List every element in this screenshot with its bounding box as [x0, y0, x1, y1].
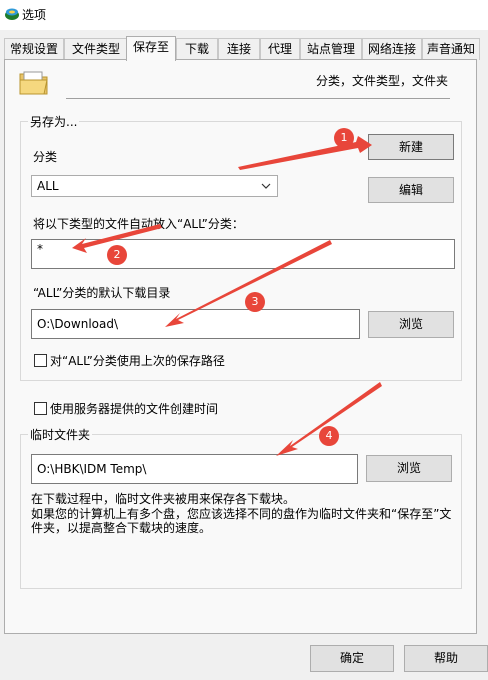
category-label: 分类 — [33, 150, 58, 164]
tab-network[interactable]: 网络连接 — [362, 38, 422, 60]
header-divider — [66, 98, 450, 99]
tab-file-types[interactable]: 文件类型 — [64, 38, 128, 60]
last-path-checkbox-label: 对“ALL”分类使用上次的保存路径 — [50, 354, 225, 368]
window-title: 选项 — [22, 8, 47, 22]
temp-note-line3: 件夹，以提高整合下载块的速度。 — [31, 521, 212, 535]
new-category-button[interactable]: 新建 — [368, 134, 454, 160]
tab-proxy[interactable]: 代理 — [260, 38, 300, 60]
help-button[interactable]: 帮助 — [404, 645, 488, 672]
save-as-group-title: 另存为... — [28, 113, 80, 130]
title-bar: 选项 — [0, 0, 488, 30]
last-path-checkbox[interactable] — [34, 354, 47, 367]
annotation-badge-2: 2 — [107, 245, 127, 265]
header-caption: 分类，文件类型，文件夹 — [316, 74, 449, 88]
tab-connection[interactable]: 连接 — [218, 38, 260, 60]
temp-folder-input[interactable]: O:\HBK\IDM Temp\ — [31, 454, 358, 484]
tab-sound[interactable]: 声音通知 — [422, 38, 480, 60]
auto-types-input[interactable]: * — [31, 239, 455, 269]
default-dir-label: “ALL”分类的默认下载目录 — [33, 286, 171, 300]
idm-app-icon — [5, 8, 19, 20]
annotation-badge-3: 3 — [245, 292, 265, 312]
annotation-badge-1: 1 — [334, 128, 354, 148]
browse-default-dir-button[interactable]: 浏览 — [368, 311, 454, 338]
tab-general[interactable]: 常规设置 — [4, 38, 64, 60]
folder-icon — [19, 71, 48, 95]
ok-button[interactable]: 确定 — [310, 645, 394, 672]
tab-save-to[interactable]: 保存至 — [126, 36, 176, 61]
temp-folder-group-title: 临时文件夹 — [28, 426, 93, 443]
default-dir-input[interactable]: O:\Download\ — [31, 309, 360, 339]
server-time-checkbox-label: 使用服务器提供的文件创建时间 — [50, 402, 219, 416]
edit-category-button[interactable]: 编辑 — [368, 177, 454, 203]
annotation-badge-4: 4 — [319, 426, 339, 446]
tab-site-manager[interactable]: 站点管理 — [300, 38, 362, 60]
chevron-down-icon — [261, 183, 271, 189]
auto-types-label: 将以下类型的文件自动放入“ALL”分类： — [33, 217, 244, 231]
category-value: ALL — [37, 179, 59, 193]
server-time-checkbox[interactable] — [34, 402, 47, 415]
tab-download[interactable]: 下载 — [176, 38, 218, 60]
browse-temp-folder-button[interactable]: 浏览 — [366, 455, 452, 482]
category-dropdown[interactable]: ALL — [31, 175, 278, 197]
